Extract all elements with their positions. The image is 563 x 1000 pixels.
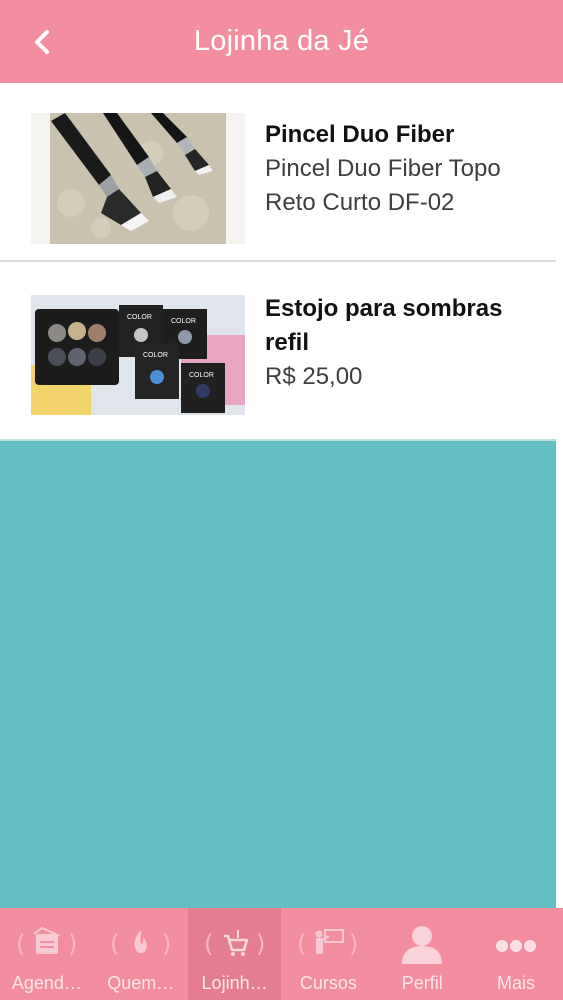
- scroll-edge: [556, 83, 563, 908]
- presentation-icon: ( ): [293, 922, 363, 964]
- svg-text:COLOR: COLOR: [189, 372, 214, 379]
- product-list: Pincel Duo Fiber Pincel Duo Fiber Topo R…: [0, 83, 556, 441]
- top-bar: Lojinha da Jé: [0, 0, 563, 83]
- product-price: R$ 25,00: [265, 363, 363, 390]
- page-title: Lojinha da Jé: [193, 25, 370, 57]
- svg-text:(: (: [110, 930, 119, 958]
- svg-text:COLOR: COLOR: [143, 352, 168, 359]
- svg-text:): ): [162, 930, 171, 958]
- svg-text:COLOR: COLOR: [127, 314, 152, 321]
- svg-text:): ): [68, 930, 77, 958]
- tab-cursos[interactable]: ( ) Cursos: [281, 908, 375, 1000]
- svg-text:(: (: [297, 930, 306, 958]
- svg-text:(: (: [204, 930, 213, 958]
- tab-agenda[interactable]: ( ) Agend…: [0, 908, 94, 1000]
- product-title: Pincel Duo Fiber: [265, 121, 455, 148]
- person-icon: [387, 922, 457, 964]
- product-info: Estojo para sombras refil R$ 25,00: [265, 292, 546, 394]
- product-image-brushes: [31, 113, 245, 244]
- tab-label: Perfil: [401, 973, 443, 993]
- app-screen: Lojinha da Jé Pincel Duo Fiber Pincel Du…: [0, 0, 563, 1000]
- tab-lojinha[interactable]: ( ) Lojinh…: [187, 908, 282, 1000]
- product-item[interactable]: Pincel Duo Fiber Pincel Duo Fiber Topo R…: [0, 83, 556, 262]
- tab-label: Agend…: [11, 973, 82, 993]
- product-description: Pincel Duo Fiber Topo Reto Curto DF-02: [265, 155, 501, 216]
- svg-text:(: (: [16, 930, 25, 958]
- tab-label: Mais: [497, 973, 536, 993]
- svg-text:COLOR: COLOR: [171, 318, 196, 325]
- tab-bar: ( ) Agend… ( ) Quem… () Lojinh… () Cur…: [0, 908, 563, 1000]
- fire-icon: ( ): [106, 922, 176, 964]
- product-info: Pincel Duo Fiber Pincel Duo Fiber Topo R…: [265, 118, 546, 220]
- tab-label: Quem…: [107, 973, 175, 993]
- svg-text:): ): [256, 930, 265, 958]
- tab-quem-sou[interactable]: ( ) Quem…: [94, 908, 188, 1000]
- product-image-palette: COLOR COLOR COLOR COLOR: [31, 295, 245, 426]
- product-title: Estojo para sombras refil: [265, 295, 503, 356]
- svg-text:): ): [349, 930, 358, 958]
- tab-label: Lojinh…: [201, 973, 268, 993]
- cart-icon: ( ): [200, 922, 270, 964]
- tab-perfil[interactable]: Perfil: [375, 908, 469, 1000]
- calendar-icon: ( ): [12, 922, 82, 964]
- more-icon: [481, 922, 551, 964]
- tab-label: Cursos: [299, 973, 357, 993]
- tab-mais[interactable]: Mais: [469, 908, 563, 1000]
- product-item[interactable]: COLOR COLOR COLOR COLOR Estojo para somb…: [0, 262, 556, 441]
